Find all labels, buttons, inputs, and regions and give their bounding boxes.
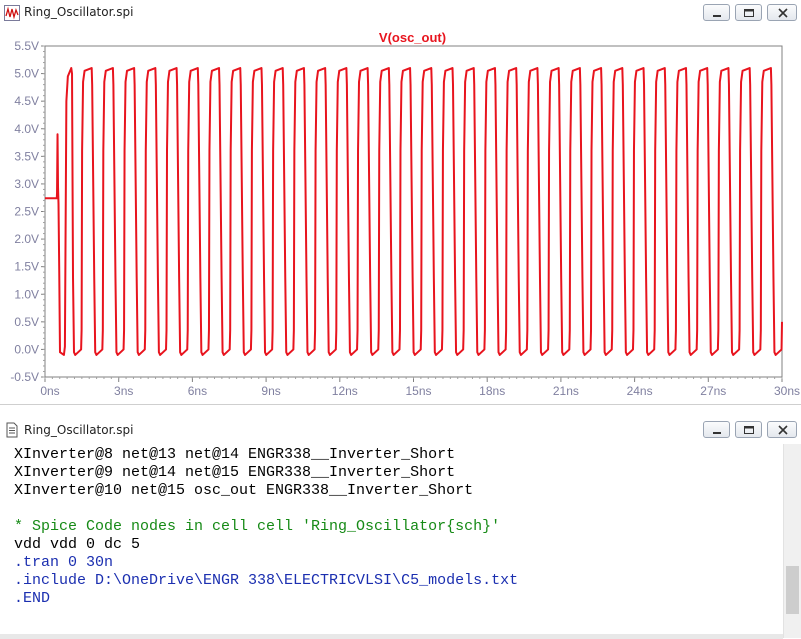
y-tick-label: 4.0V [14,122,39,136]
minimize-button[interactable] [703,421,730,438]
document-icon [4,422,20,438]
netlist-line: .tran 0 30n [14,554,114,571]
close-icon [778,8,788,18]
horizontal-scrollbar[interactable] [0,634,783,639]
waveform-titlebar[interactable]: Ring_Oscillator.spi [0,0,801,26]
netlist-line: vdd vdd 0 dc 5 [14,536,141,553]
minimize-icon [713,432,721,434]
maximize-icon [744,9,754,17]
y-tick-label: 0.5V [14,315,39,329]
x-tick-label: 24ns [627,384,653,398]
x-tick-label: 21ns [553,384,579,398]
minimize-button[interactable] [703,4,730,21]
x-tick-label: 9ns [261,384,280,398]
waveform-plot[interactable]: V(osc_out) -0.5V 0.0V 0.5V 1.0V 1.5V 2.0V 2.5V 3… [0,26,801,404]
x-tick-label: 18ns [479,384,505,398]
y-tick-label: 2.5V [14,205,39,219]
netlist-line: .include D:\OneDrive\ENGR 338\ELECTRICVL… [14,572,519,589]
close-button[interactable] [767,4,797,21]
netlist-window-title: Ring_Oscillator.spi [24,423,134,437]
waveform-window-title: Ring_Oscillator.spi [24,5,134,19]
x-tick-label: 30ns [774,384,800,398]
maximize-button[interactable] [735,421,762,438]
netlist-line: XInverter@10 net@15 osc_out ENGR338__Inv… [14,482,474,499]
y-tick-label: 2.0V [14,232,39,246]
y-tick-label: 1.5V [14,260,39,274]
netlist-titlebar[interactable]: Ring_Oscillator.spi [0,418,801,442]
netlist-editor[interactable]: XInverter@8 net@13 net@14 ENGR338__Inver… [0,444,783,634]
y-tick-label: 5.0V [14,67,39,81]
vertical-scrollbar[interactable] [783,444,801,638]
x-tick-label: 6ns [188,384,207,398]
x-tick-label: 3ns [114,384,133,398]
maximize-button[interactable] [735,4,762,21]
y-tick-label: 5.5V [14,39,39,53]
close-icon [778,425,788,435]
scrollbar-thumb[interactable] [786,566,799,614]
y-tick-label: 0.0V [14,342,39,356]
y-tick-label: 3.5V [14,149,39,163]
x-tick-label: 27ns [700,384,726,398]
y-tick-label: 1.0V [14,287,39,301]
minimize-icon [713,15,721,17]
y-tick-label: -0.5V [10,370,39,384]
netlist-line: XInverter@8 net@13 net@14 ENGR338__Inver… [14,446,456,463]
netlist-line: * Spice Code nodes in cell cell 'Ring_Os… [14,518,501,535]
x-tick-label: 0ns [40,384,59,398]
waveform-icon [4,5,20,21]
x-tick-label: 15ns [405,384,431,398]
netlist-window: Ring_Oscillator.spi XInverter@8 net@13 n… [0,418,801,639]
chart-title: V(osc_out) [379,30,446,45]
maximize-icon [744,426,754,434]
waveform-window: Ring_Oscillator.spi V(osc_out) -0.5V 0.0V 0… [0,0,801,405]
y-tick-label: 4.5V [14,94,39,108]
plot-area[interactable]: V(osc_out) -0.5V 0.0V 0.5V 1.0V 1.5V 2.0V 2.5V 3… [0,26,801,404]
y-tick-label: 3.0V [14,177,39,191]
x-tick-label: 12ns [332,384,358,398]
close-button[interactable] [767,421,797,438]
netlist-line: .END [14,590,51,607]
netlist-line: XInverter@9 net@14 net@15 ENGR338__Inver… [14,464,456,481]
